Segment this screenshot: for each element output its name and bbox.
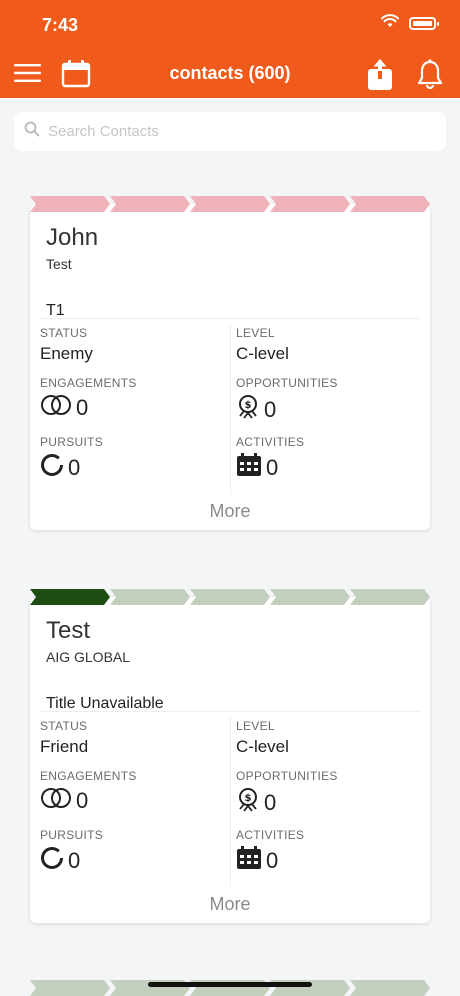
activities-field[interactable]: ACTIVITIES 0 [236,828,416,876]
search-icon [24,121,40,142]
opportunities-count: 0 [264,790,277,815]
svg-text:$: $ [245,793,252,804]
status-field: STATUS Enemy [40,326,220,364]
bell-icon[interactable] [416,58,444,90]
status-icons [381,14,439,33]
engagements-count: 0 [76,788,89,813]
engagements-icon [40,787,72,815]
pursuits-count: 0 [68,455,81,480]
opportunities-label: OPPORTUNITIES [236,769,338,783]
level-value: C-level [236,344,289,363]
search-bar[interactable] [14,112,446,151]
pursuits-field[interactable]: PURSUITS 0 [40,828,220,876]
status-label: STATUS [40,719,88,733]
level-field: LEVEL C-level [236,326,416,364]
divider [230,717,231,887]
opportunities-icon: $ [236,394,260,426]
status-label: STATUS [40,326,88,340]
opportunities-field[interactable]: OPPORTUNITIES $ 0 [236,376,416,426]
more-button[interactable]: More [30,501,430,522]
opportunities-label: OPPORTUNITIES [236,376,338,390]
status-value: Friend [40,737,89,756]
app-header: 7:43 contacts (600) [0,0,460,98]
divider [40,318,420,319]
search-input[interactable] [48,123,428,140]
contact-card[interactable]: Test AIG GLOBAL Title Unavailable STATUS… [30,589,430,923]
engagements-field[interactable]: ENGAGEMENTS 0 [40,769,220,815]
level-label: LEVEL [236,326,275,340]
opportunities-icon: $ [236,787,260,819]
svg-text:$: $ [245,400,252,411]
contact-company: Test [46,256,72,272]
home-indicator[interactable] [148,982,312,987]
activities-count: 0 [266,455,279,480]
stage-progress [30,589,430,605]
battery-icon [409,17,439,30]
divider [40,711,420,712]
engagements-field[interactable]: ENGAGEMENTS 0 [40,376,220,422]
opportunities-field[interactable]: OPPORTUNITIES $ 0 [236,769,416,819]
pursuits-field[interactable]: PURSUITS 0 [40,435,220,483]
engagements-label: ENGAGEMENTS [40,376,137,390]
pursuits-count: 0 [68,848,81,873]
level-value: C-level [236,737,289,756]
level-label: LEVEL [236,719,275,733]
status-time: 7:43 [42,15,79,35]
level-field: LEVEL C-level [236,719,416,757]
pursuits-label: PURSUITS [40,435,104,449]
opportunities-count: 0 [264,397,277,422]
divider [230,324,231,494]
activities-label: ACTIVITIES [236,828,305,842]
engagements-icon [40,394,72,422]
engagements-count: 0 [76,395,89,420]
contact-name: John [46,224,99,251]
more-button[interactable]: More [30,894,430,915]
activities-icon [236,453,262,483]
activities-count: 0 [266,848,279,873]
engagements-label: ENGAGEMENTS [40,769,137,783]
activities-icon [236,846,262,876]
activities-field[interactable]: ACTIVITIES 0 [236,435,416,483]
pursuits-label: PURSUITS [40,828,104,842]
share-icon[interactable] [366,58,394,92]
stage-progress [30,196,430,212]
pursuits-icon [40,453,64,483]
pursuits-icon [40,846,64,876]
contact-card[interactable]: John Test T1 STATUS Enemy LEVEL C-level … [30,196,430,530]
contact-company: AIG GLOBAL [46,649,131,665]
status-field: STATUS Friend [40,719,220,757]
wifi-icon [381,14,399,33]
status-value: Enemy [40,344,93,363]
activities-label: ACTIVITIES [236,435,305,449]
contact-name: Test [46,617,91,644]
